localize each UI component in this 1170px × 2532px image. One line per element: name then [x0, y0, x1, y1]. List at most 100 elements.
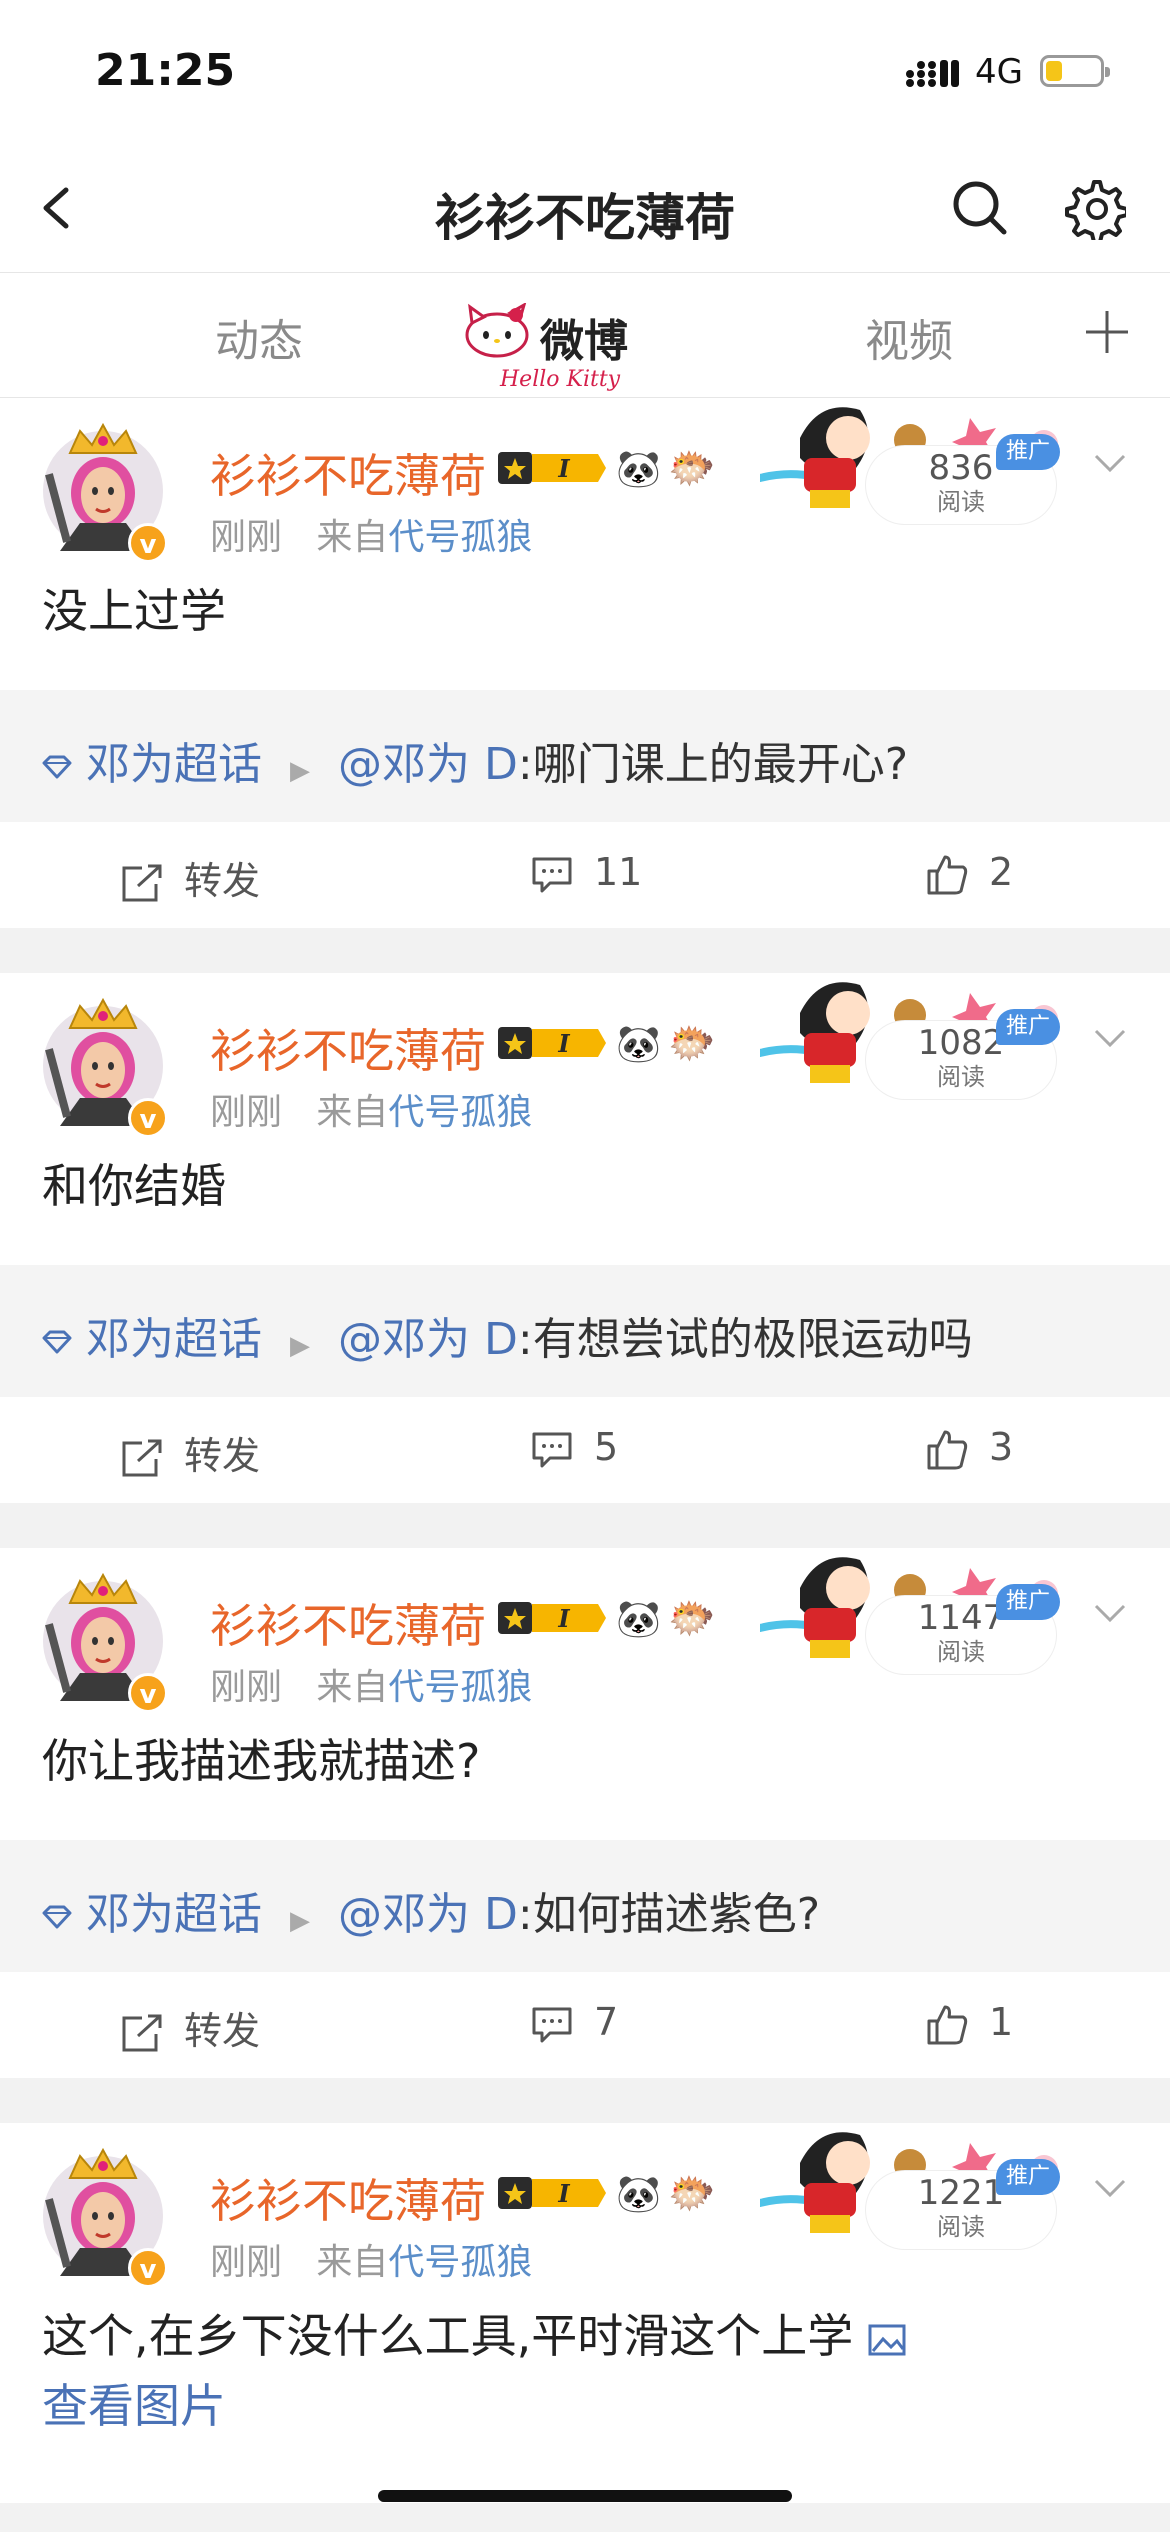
topic-tag[interactable]: 邓为超话 [86, 1889, 262, 1940]
post-source[interactable]: 代号孤狼 [388, 2242, 532, 2283]
avatar[interactable]: v [40, 2138, 168, 2288]
vip-badge[interactable]: I [498, 2175, 608, 2211]
thumbs-up-icon [927, 2005, 968, 2044]
repost-button[interactable]: 转发 [120, 1425, 260, 1480]
post-source[interactable]: 代号孤狼 [388, 1667, 532, 1708]
image-icon[interactable] [867, 2323, 907, 2357]
nav-header: 衫衫不吃薄荷 [0, 150, 1170, 273]
comment-icon [532, 1432, 572, 1467]
tab-dongtai[interactable]: 动态 [215, 305, 303, 369]
post-meta: 刚刚 来自代号孤狼 [210, 508, 532, 560]
username[interactable]: 衫衫不吃薄荷 [210, 2165, 486, 2231]
vip-badge[interactable]: I [498, 450, 608, 486]
chevron-down-icon[interactable] [1090, 2173, 1130, 2203]
plus-icon[interactable] [1082, 307, 1132, 357]
comment-count: 5 [594, 1425, 619, 1469]
tab-weibo[interactable]: 微博 [540, 305, 628, 369]
triangle-right-icon: ▶ [290, 756, 310, 786]
post-source[interactable]: 代号孤狼 [388, 517, 532, 558]
topic-tag[interactable]: 邓为超话 [86, 739, 262, 790]
vip-badge[interactable]: I [498, 1600, 608, 1636]
chevron-down-icon[interactable] [1090, 448, 1130, 478]
avatar[interactable]: v [40, 1563, 168, 1713]
view-image-link[interactable]: 查看图片 [42, 2379, 226, 2433]
post-card[interactable]: v 衫衫不吃薄荷 I 🐼 🐡 刚刚 来自代号孤狼 836 阅读 推广 没上过学 [0, 398, 1170, 928]
chevron-down-icon[interactable] [1090, 1598, 1130, 1628]
read-count-label: 阅读 [937, 1638, 985, 1666]
diamond-icon [42, 755, 72, 779]
promo-badge[interactable]: 推广 [996, 1009, 1061, 1045]
pufferfish-icon: 🐡 [668, 1021, 716, 1065]
comment-icon [532, 857, 572, 892]
source-prefix: 来自 [316, 1667, 389, 1708]
topic-mention[interactable]: @邓为 D [338, 739, 518, 790]
repost-label: 转发 [184, 1434, 261, 1478]
action-bar: 转发 5 3 [0, 1397, 1170, 1503]
thumbs-up-icon [927, 855, 968, 894]
panda-icon: 🐼 [616, 2174, 661, 2215]
post-text: 这个,在乡下没什么工具,平时滑这个上学 查看图片 [42, 2301, 1132, 2441]
topic-card[interactable]: 邓为超话 ▶ @邓为 D:有想尝试的极限运动吗 [0, 1265, 1170, 1397]
read-count-label: 阅读 [937, 1063, 985, 1091]
comment-button[interactable]: 7 [530, 2000, 618, 2045]
topic-mention[interactable]: @邓为 D [338, 1314, 518, 1365]
like-count: 3 [989, 1425, 1014, 1469]
battery-icon [1040, 55, 1110, 87]
topic-card[interactable]: 邓为超话 ▶ @邓为 D:如何描述紫色? [0, 1840, 1170, 1972]
post-card[interactable]: v 衫衫不吃薄荷 I 🐼 🐡 刚刚 来自代号孤狼 1147 阅读 推广 你让我描… [0, 1548, 1170, 2078]
read-count-label: 阅读 [937, 488, 985, 516]
topic-mention[interactable]: @邓为 D [338, 1889, 518, 1940]
username[interactable]: 衫衫不吃薄荷 [210, 440, 486, 506]
home-indicator[interactable] [378, 2490, 792, 2502]
gear-icon[interactable] [1062, 176, 1126, 240]
post-time: 刚刚 [210, 1092, 283, 1133]
like-button[interactable]: 3 [925, 1425, 1013, 1472]
hello-kitty-icon [465, 303, 529, 358]
tab-shipin[interactable]: 视频 [865, 305, 953, 369]
search-icon[interactable] [948, 176, 1012, 240]
avatar[interactable]: v [40, 988, 168, 1138]
post-time: 刚刚 [210, 2242, 283, 2283]
comment-button[interactable]: 11 [530, 850, 642, 895]
vip-level: I [557, 1604, 570, 1633]
comment-button[interactable]: 5 [530, 1425, 618, 1470]
triangle-right-icon: ▶ [290, 1906, 310, 1936]
post-meta: 刚刚 来自代号孤狼 [210, 1083, 532, 1135]
thumbs-up-icon [927, 1430, 968, 1469]
comment-icon [532, 2007, 572, 2042]
post-time: 刚刚 [210, 1667, 283, 1708]
pufferfish-icon: 🐡 [668, 2171, 716, 2215]
post-text: 你让我描述我就描述? [42, 1726, 1132, 1796]
post-body: 和你结婚 [42, 1159, 226, 1213]
post-source[interactable]: 代号孤狼 [388, 1092, 532, 1133]
topic-card[interactable]: 邓为超话 ▶ @邓为 D:哪门课上的最开心? [0, 690, 1170, 822]
like-button[interactable]: 1 [925, 2000, 1013, 2047]
tab-bar: 动态 微博 Hello Kitty 视频 [0, 273, 1170, 398]
promo-badge[interactable]: 推广 [996, 1584, 1061, 1620]
post-card[interactable]: v 衫衫不吃薄荷 I 🐼 🐡 刚刚 来自代号孤狼 1221 阅读 推广 这个,在… [0, 2123, 1170, 2503]
chevron-down-icon[interactable] [1090, 1023, 1130, 1053]
avatar[interactable]: v [40, 413, 168, 563]
action-bar: 转发 7 1 [0, 1972, 1170, 2078]
post-time: 刚刚 [210, 517, 283, 558]
repost-button[interactable]: 转发 [120, 2000, 260, 2055]
repost-icon [122, 1439, 162, 1476]
pufferfish-icon: 🐡 [668, 446, 716, 490]
triangle-right-icon: ▶ [290, 1331, 310, 1361]
panda-icon: 🐼 [616, 449, 661, 490]
promo-badge[interactable]: 推广 [996, 434, 1061, 470]
promo-badge[interactable]: 推广 [996, 2159, 1061, 2195]
topic-tag[interactable]: 邓为超话 [86, 1314, 262, 1365]
signal-icon [906, 60, 959, 87]
post-card[interactable]: v 衫衫不吃薄荷 I 🐼 🐡 刚刚 来自代号孤狼 1082 阅读 推广 和你结婚 [0, 973, 1170, 1503]
repost-label: 转发 [184, 859, 261, 903]
pufferfish-icon: 🐡 [668, 1596, 716, 1640]
vip-badge[interactable]: I [498, 1025, 608, 1061]
username[interactable]: 衫衫不吃薄荷 [210, 1015, 486, 1081]
like-button[interactable]: 2 [925, 850, 1013, 897]
repost-button[interactable]: 转发 [120, 850, 260, 905]
username[interactable]: 衫衫不吃薄荷 [210, 1590, 486, 1656]
action-bar: 转发 11 2 [0, 822, 1170, 928]
repost-icon [122, 864, 162, 901]
repost-label: 转发 [184, 2009, 261, 2053]
